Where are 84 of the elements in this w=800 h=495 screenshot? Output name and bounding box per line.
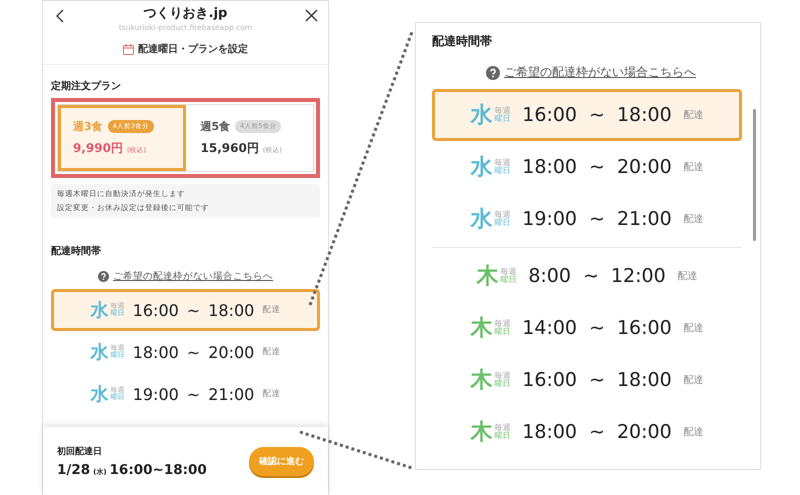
delivery-label: 配達 [262,304,280,316]
tilde: ~ [589,104,605,126]
weekday-label: 水 [470,206,492,234]
day-of-week-label: 曜日 [500,276,516,284]
tilde: ~ [589,369,605,391]
calendar-icon [123,44,134,54]
page-heading: 配達曜日・プランを設定 [138,42,248,56]
help-icon [98,271,109,282]
tilde: ~ [589,156,605,178]
start-time: 16:00 [522,369,578,391]
delivery-date: 1/28 [57,462,90,478]
tilde: ~ [186,300,200,320]
section-title: 配達時間帯 [51,244,102,258]
weekday-label: 木 [470,419,492,447]
weekly-label: 毎週 [500,268,516,276]
tilde: ~ [589,208,605,230]
help-link[interactable]: ご希望の配達枠がない場合こちらへ [504,64,696,81]
day-of-week-label: 曜日 [494,432,510,440]
delivery-label: 配達 [684,426,704,439]
start-time: 14:00 [522,317,578,339]
section-title: 配達時間帯 [432,33,493,50]
delivery-label: 配達 [678,270,698,283]
start-time: 16:00 [522,104,578,126]
plan-name: 週3食 [73,119,103,134]
delivery-label: 配達 [262,388,280,400]
back-icon[interactable] [55,9,65,23]
start-time: 19:00 [132,384,179,404]
delivery-label: 配達 [684,322,704,335]
weekday-label: 木 [470,367,492,395]
weekday-label: 水 [90,341,109,364]
weekly-label: 毎週 [494,424,510,432]
day-of-week-label: 曜日 [494,380,510,388]
weekly-label: 毎週 [494,320,510,328]
delivery-time: 16:00~18:00 [110,462,207,478]
plan-price: 15,960円 [200,140,259,157]
weekly-label: 毎週 [494,372,510,380]
delivery-label: 配達 [262,346,280,358]
help-icon [486,66,500,80]
plan-name: 週5食 [200,119,230,134]
tilde: ~ [186,384,200,404]
tilde: ~ [589,317,605,339]
end-time: 18:00 [616,369,672,391]
end-time: 20:00 [616,156,672,178]
end-time: 16:00 [616,317,672,339]
start-time: 18:00 [522,156,578,178]
start-time: 19:00 [522,208,578,230]
end-time: 18:00 [616,104,672,126]
end-time: 18:00 [208,300,254,320]
tilde: ~ [582,265,599,287]
start-time: 16:00 [132,300,179,320]
end-time: 12:00 [610,265,666,287]
weekday-label: 水 [470,102,492,130]
day-of-week-label: 曜日 [494,328,510,336]
weekday-label: 木 [470,315,492,343]
weekly-label: 毎週 [494,210,510,219]
close-icon[interactable] [305,9,318,22]
section-title: 定期注文プラン [51,79,122,93]
delivery-label: 配達 [684,374,704,387]
start-time: 18:00 [132,342,179,362]
start-time: 8:00 [528,265,571,287]
end-time: 20:00 [616,421,672,443]
first-delivery-label: 初回配達日 [57,445,103,458]
tilde: ~ [186,342,200,362]
weekday-label: 水 [90,299,109,322]
end-time: 21:00 [208,384,254,404]
help-link[interactable]: ご希望の配達枠がない場合こちらへ [113,270,273,283]
day-of-week-label: 曜日 [494,167,510,176]
weekday-label: 水 [90,383,109,406]
site-title: つくりおき.jp [144,5,228,22]
weekday-label: 木 [476,263,498,291]
weekday-label: 水 [470,154,492,182]
delivery-label: 配達 [684,108,704,122]
delivery-label: 配達 [684,212,704,226]
start-time: 18:00 [522,421,578,443]
scrollbar[interactable] [753,109,756,241]
end-time: 21:00 [616,208,672,230]
day-of-week-label: 曜日 [494,219,510,228]
plan-price: 9,990円 [73,140,123,157]
delivery-label: 配達 [684,160,704,174]
end-time: 20:00 [208,342,254,362]
tilde: ~ [589,421,605,443]
weekly-label: 毎週 [494,106,510,115]
weekly-label: 毎週 [494,158,510,167]
day-of-week-label: 曜日 [494,115,510,124]
